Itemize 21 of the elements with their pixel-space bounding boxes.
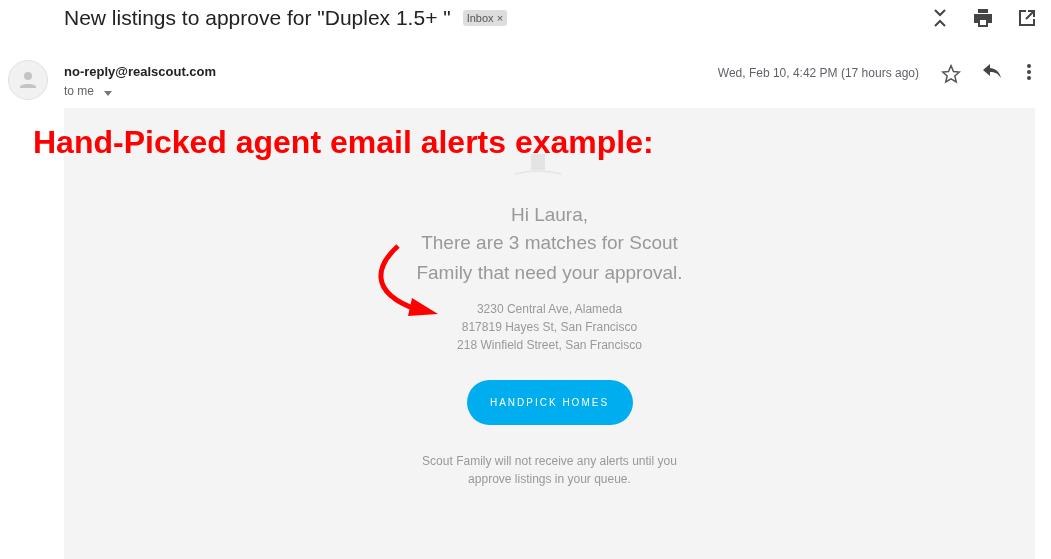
annotation-text: Hand-Picked agent email alerts example: [33,124,654,161]
listing-address: 3230 Central Ave, Alameda [475,301,624,318]
avatar-icon [8,60,48,100]
message-text: There are 3 matches for Scout Family that need your approval. [415,231,684,285]
footer-text: Scout Family will not receive any alerts until you approve listings in your queue. [421,453,678,488]
listing-address: 218 Winfield Street, San Francisco [457,337,642,354]
inbox-label: Inbox × [462,10,508,26]
collapse-icon[interactable] [933,9,947,27]
external-link-icon[interactable] [1019,10,1035,26]
more-icon[interactable] [1027,64,1031,80]
print-icon[interactable] [973,9,993,27]
recipient-text: to me [64,84,94,98]
greeting-text: Hi Laura, [510,204,589,226]
reply-icon[interactable] [983,64,1001,78]
caret-icon[interactable] [104,90,112,96]
email-subject: New listings to approve for "Duplex 1.5+ " [64,6,451,30]
star-icon[interactable] [941,64,961,84]
handpick-homes-button[interactable]: HANDPICK HOMES [466,380,633,425]
sender-address: no-reply@realscout.com [64,64,218,79]
listing-address: 817819 Hayes St, San Francisco [460,319,639,336]
email-date: Wed, Feb 10, 4:42 PM (17 hours ago) [717,66,919,80]
